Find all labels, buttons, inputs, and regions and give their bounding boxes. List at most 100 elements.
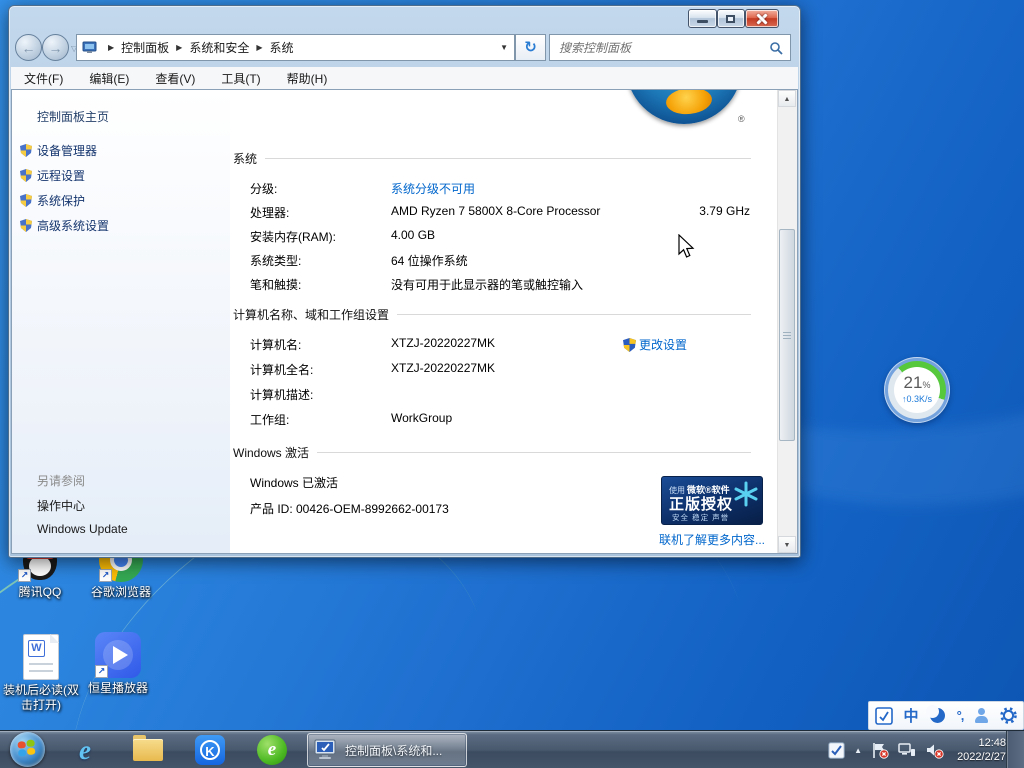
change-settings[interactable]: 更改设置 bbox=[623, 336, 687, 353]
sidebar-item-advanced-settings[interactable]: 高级系统设置 bbox=[37, 217, 109, 234]
taskbar-clock[interactable]: 12:48 2022/2/27 bbox=[957, 736, 1006, 764]
window-body: 控制面板主页 设备管理器 远程设置 系统保护 高级系统设置 另请参阅 操作中心 … bbox=[11, 89, 798, 554]
forward-button[interactable]: → bbox=[42, 34, 69, 61]
menu-bar: 文件(F) 编辑(E) 查看(V) 工具(T) 帮助(H) bbox=[11, 67, 798, 90]
clock-date: 2022/2/27 bbox=[957, 750, 1006, 764]
desktop-icon-label: 谷歌浏览器 bbox=[90, 585, 152, 600]
sidebar: 控制面板主页 设备管理器 远程设置 系统保护 高级系统设置 另请参阅 操作中心 … bbox=[12, 90, 230, 553]
desktop-screen: ↗ 腾讯QQ ↗ 谷歌浏览器 W 装机后必读(双击打开) ↗ 恒星播放器 21%… bbox=[0, 0, 1024, 768]
speed-ball-widget[interactable]: 21% ↑0.3K/s bbox=[884, 357, 950, 423]
desktop-icon-player[interactable]: ↗ 恒星播放器 bbox=[88, 632, 148, 696]
search-input[interactable] bbox=[557, 40, 769, 56]
uac-shield-icon bbox=[20, 169, 32, 182]
change-settings-link[interactable]: 更改设置 bbox=[639, 336, 687, 353]
menu-edit[interactable]: 编辑(E) bbox=[76, 70, 142, 87]
sidebar-item-control-panel-home[interactable]: 控制面板主页 bbox=[37, 108, 109, 125]
address-bar[interactable]: ▶ 控制面板 ▶ 系统和安全 ▶ 系统 ▼ bbox=[76, 34, 515, 61]
menu-file[interactable]: 文件(F) bbox=[11, 70, 76, 87]
widget-progress-ring: 21% ↑0.3K/s bbox=[888, 361, 946, 419]
folder-icon bbox=[133, 739, 163, 761]
taskbar-360-browser-button[interactable]: e bbox=[255, 733, 289, 767]
sidebar-item-device-manager[interactable]: 设备管理器 bbox=[37, 142, 97, 159]
active-task-label: 控制面板\系统和... bbox=[345, 742, 442, 759]
tray-security-check-icon[interactable] bbox=[828, 742, 845, 759]
network-icon[interactable] bbox=[898, 742, 916, 758]
ram-value: 4.00 GB bbox=[391, 228, 435, 242]
ime-bar: 中 °, bbox=[868, 701, 1024, 730]
sidebar-item-system-protection[interactable]: 系统保护 bbox=[37, 192, 85, 209]
sidebar-item-remote-settings[interactable]: 远程设置 bbox=[37, 167, 85, 184]
document-icon: W bbox=[23, 634, 59, 680]
sidebar-item-windows-update[interactable]: Windows Update bbox=[37, 522, 128, 536]
scroll-down-button[interactable]: ▼ bbox=[778, 536, 796, 553]
title-bar[interactable] bbox=[9, 6, 800, 34]
widget-speed: 0.3K/s bbox=[906, 394, 932, 404]
refresh-icon: ↻ bbox=[524, 39, 537, 56]
row-description: 计算机描述: bbox=[250, 386, 750, 402]
address-dropdown-icon[interactable]: ▼ bbox=[500, 43, 508, 52]
system-tray: ▲ 12:48 2022/2/27 bbox=[828, 731, 1006, 768]
shortcut-arrow-icon: ↗ bbox=[99, 569, 112, 582]
widget-percent-unit: % bbox=[922, 380, 930, 390]
sidebar-item-action-center[interactable]: 操作中心 bbox=[37, 497, 85, 514]
row-full-name: 计算机全名: XTZJ-20220227MK bbox=[250, 361, 750, 377]
search-box[interactable] bbox=[549, 34, 791, 61]
scroll-up-button[interactable]: ▲ bbox=[778, 90, 796, 107]
section-header-system: 系统 bbox=[233, 150, 751, 167]
windows-flag-icon bbox=[17, 740, 36, 757]
taskbar-active-window-button[interactable]: 控制面板\系统和... bbox=[307, 733, 467, 767]
taskbar-explorer-button[interactable] bbox=[131, 733, 165, 767]
uac-shield-icon bbox=[623, 338, 636, 352]
genuine-software-badge[interactable]: 使用微软®软件 正版授权 安全 稳定 声誉 bbox=[661, 476, 763, 525]
registered-mark: ® bbox=[738, 114, 745, 124]
start-button[interactable] bbox=[10, 732, 45, 767]
uac-shield-icon bbox=[20, 194, 32, 207]
shortcut-arrow-icon: ↗ bbox=[95, 665, 108, 678]
back-button[interactable]: ← bbox=[15, 34, 42, 61]
computer-name-value: XTZJ-20220227MK bbox=[391, 336, 495, 350]
main-content: ® 系统 分级: 系统分级不可用 处理器: AMD Ryzen 7 5800X … bbox=[230, 90, 777, 553]
full-name-value: XTZJ-20220227MK bbox=[391, 361, 495, 375]
refresh-button[interactable]: ↻ bbox=[515, 34, 546, 61]
menu-help[interactable]: 帮助(H) bbox=[274, 70, 341, 87]
learn-more-link[interactable]: 联机了解更多内容... bbox=[659, 531, 765, 548]
vertical-scrollbar[interactable]: ▲ ▼ bbox=[777, 90, 797, 553]
desktop-icon-readme[interactable]: W 装机后必读(双击打开) bbox=[2, 634, 80, 713]
ime-chinese-mode[interactable]: 中 bbox=[904, 705, 919, 726]
windows-logo-orb bbox=[626, 90, 742, 124]
breadcrumb-control-panel[interactable]: 控制面板 bbox=[121, 39, 169, 56]
breadcrumb-system-security[interactable]: 系统和安全 bbox=[189, 39, 249, 56]
maximize-button[interactable] bbox=[717, 9, 745, 28]
rating-unavailable-link[interactable]: 系统分级不可用 bbox=[391, 180, 475, 197]
menu-view[interactable]: 查看(V) bbox=[142, 70, 208, 87]
tray-expand-icon[interactable]: ▲ bbox=[854, 746, 862, 755]
uac-shield-icon bbox=[20, 144, 32, 157]
ime-status-icon[interactable] bbox=[875, 707, 893, 725]
ime-skin-person-icon[interactable] bbox=[974, 708, 989, 723]
play-icon: ↗ bbox=[95, 632, 141, 678]
ime-fullwidth-moon-icon[interactable] bbox=[930, 708, 946, 724]
minimize-icon bbox=[697, 20, 708, 23]
search-icon[interactable] bbox=[769, 41, 783, 55]
desktop-icon-label: 恒星播放器 bbox=[88, 681, 148, 696]
close-button[interactable] bbox=[745, 9, 779, 28]
show-desktop-button[interactable] bbox=[1006, 731, 1024, 768]
clock-time: 12:48 bbox=[957, 736, 1006, 750]
shortcut-arrow-icon: ↗ bbox=[18, 569, 31, 582]
genuine-star-icon bbox=[733, 481, 759, 507]
row-workgroup: 工作组: WorkGroup bbox=[250, 411, 750, 427]
breadcrumb-system[interactable]: 系统 bbox=[270, 39, 294, 56]
taskbar-kugou-button[interactable]: K bbox=[193, 733, 227, 767]
system-properties-window: ← → ▽ ▶ 控制面板 ▶ 系统和安全 ▶ 系统 ▼ ↻ 文件( bbox=[8, 5, 801, 558]
ime-punctuation[interactable]: °, bbox=[957, 708, 964, 723]
control-panel-icon bbox=[82, 41, 97, 54]
taskbar-ie-button[interactable]: e bbox=[68, 733, 102, 767]
action-center-flag-icon[interactable] bbox=[871, 742, 889, 759]
menu-tools[interactable]: 工具(T) bbox=[208, 70, 273, 87]
desktop-icon-label: 腾讯QQ bbox=[12, 585, 68, 600]
widget-percent: 21 bbox=[904, 373, 923, 392]
minimize-button[interactable] bbox=[688, 9, 717, 28]
scrollbar-thumb[interactable] bbox=[779, 229, 795, 441]
volume-muted-icon[interactable] bbox=[925, 742, 944, 759]
ime-settings-gear-icon[interactable] bbox=[1000, 707, 1017, 724]
